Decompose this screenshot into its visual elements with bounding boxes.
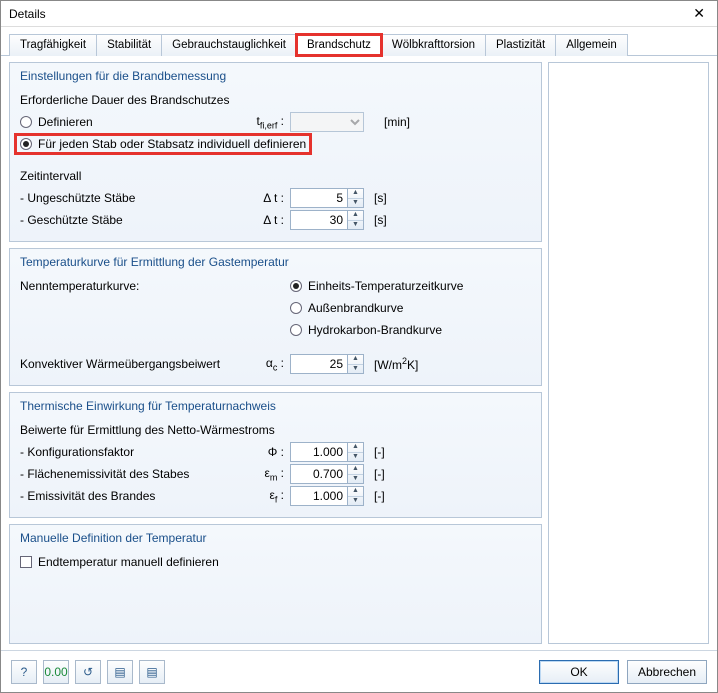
dt-symbol: Δ t : [250, 213, 290, 227]
radio-dot-icon [290, 302, 302, 314]
group-thermische-einwirkung: Thermische Einwirkung für Temperaturnach… [9, 392, 542, 518]
protected-label: - Geschützte Stäbe [20, 213, 250, 227]
tab-allgemein[interactable]: Allgemein [555, 34, 628, 56]
dt-unprotected-input[interactable] [290, 188, 348, 208]
tab-woelbkrafttorsion[interactable]: Wölbkrafttorsion [381, 34, 486, 56]
units-icon[interactable]: 0.00 [43, 660, 69, 684]
titlebar: Details ✕ [1, 1, 717, 27]
radio-per-member[interactable]: Für jeden Stab oder Stabsatz individuell… [16, 135, 310, 153]
help-icon[interactable]: ? [11, 660, 37, 684]
group-temperaturkurve: Temperaturkurve für Ermittlung der Gaste… [9, 248, 542, 386]
check-endtemperatur[interactable]: Endtemperatur manuell definieren [20, 555, 219, 569]
alpha-symbol: αc : [250, 356, 290, 372]
unit-wm2k: [W/m2K] [366, 356, 418, 372]
interval-label: Zeitintervall [20, 169, 81, 183]
unit-s: [s] [366, 191, 387, 205]
radio-aussenbrand[interactable]: Außenbrandkurve [290, 301, 403, 315]
ok-button[interactable]: OK [539, 660, 619, 684]
tab-stabilitaet[interactable]: Stabilität [96, 34, 162, 56]
spinner[interactable]: ▲▼ [348, 188, 364, 208]
radio-dot-icon [290, 324, 302, 336]
details-dialog: Details ✕ Tragfähigkeit Stabilität Gebra… [0, 0, 718, 693]
duration-label: Erforderliche Dauer des Brandschutzes [20, 93, 229, 107]
tab-plastizitaet[interactable]: Plastizität [485, 34, 556, 56]
left-panel: Einstellungen für die Brandbemessung Erf… [9, 62, 542, 644]
settings-icon-2[interactable]: ▤ [139, 660, 165, 684]
unit-dimless: [-] [366, 467, 385, 481]
eps-f-label: - Emissivität des Brandes [20, 489, 250, 503]
dt-protected-input[interactable] [290, 210, 348, 230]
unit-dimless: [-] [366, 489, 385, 503]
eps-f-symbol: εf : [250, 488, 290, 504]
radio-definieren[interactable]: Definieren [20, 115, 250, 129]
eps-f-input[interactable] [290, 486, 348, 506]
phi-symbol: Φ : [250, 445, 290, 459]
group-title: Manuelle Definition der Temperatur [20, 531, 531, 545]
phi-input[interactable] [290, 442, 348, 462]
footer: ? 0.00 ↺ ▤ ▤ OK Abbrechen [1, 650, 717, 692]
alpha-input[interactable] [290, 354, 348, 374]
alpha-label: Konvektiver Wärmeübergangsbeiwert [20, 357, 250, 371]
duration-combo[interactable] [290, 112, 364, 132]
group-title: Thermische Einwirkung für Temperaturnach… [20, 399, 531, 413]
radio-hydrokarbon[interactable]: Hydrokarbon-Brandkurve [290, 323, 442, 337]
preview-panel [548, 62, 709, 644]
settings-icon-1[interactable]: ▤ [107, 660, 133, 684]
unit-s: [s] [366, 213, 387, 227]
eps-m-label: - Flächenemissivität des Stabes [20, 467, 250, 481]
unprotected-label: - Ungeschützte Stäbe [20, 191, 250, 205]
spinner[interactable]: ▲▼ [348, 486, 364, 506]
cancel-button[interactable]: Abbrechen [627, 660, 707, 684]
group-manuelle-temperatur: Manuelle Definition der Temperatur Endte… [9, 524, 542, 644]
group-title: Temperaturkurve für Ermittlung der Gaste… [20, 255, 531, 269]
group-title: Einstellungen für die Brandbemessung [20, 69, 531, 83]
close-icon[interactable]: ✕ [687, 3, 711, 24]
dt-symbol: Δ t : [250, 191, 290, 205]
spinner[interactable]: ▲▼ [348, 354, 364, 374]
radio-dot-icon [290, 280, 302, 292]
phi-label: - Konfigurationsfaktor [20, 445, 250, 459]
tab-gebrauchstauglichkeit[interactable]: Gebrauchstauglichkeit [161, 34, 297, 56]
checkbox-icon [20, 556, 32, 568]
spinner[interactable]: ▲▼ [348, 442, 364, 462]
window-title: Details [9, 7, 46, 21]
t-fi-erf-symbol: tfi,erf : [250, 114, 290, 130]
beiwerte-label: Beiwerte für Ermittlung des Netto-Wärmes… [20, 423, 275, 437]
curve-label: Nenntemperaturkurve: [20, 279, 290, 293]
radio-dot-icon [20, 138, 32, 150]
spinner[interactable]: ▲▼ [348, 210, 364, 230]
radio-einheits[interactable]: Einheits-Temperaturzeitkurve [290, 279, 463, 293]
tab-brandschutz[interactable]: Brandschutz [296, 34, 382, 56]
unit-min: [min] [376, 115, 410, 129]
unit-dimless: [-] [366, 445, 385, 459]
tab-bar: Tragfähigkeit Stabilität Gebrauchstaugli… [1, 27, 717, 56]
reset-icon[interactable]: ↺ [75, 660, 101, 684]
tab-tragfaehigkeit[interactable]: Tragfähigkeit [9, 34, 97, 56]
spinner[interactable]: ▲▼ [348, 464, 364, 484]
eps-m-symbol: εm : [250, 466, 290, 482]
eps-m-input[interactable] [290, 464, 348, 484]
radio-dot-icon [20, 116, 32, 128]
group-brandbemessung: Einstellungen für die Brandbemessung Erf… [9, 62, 542, 242]
